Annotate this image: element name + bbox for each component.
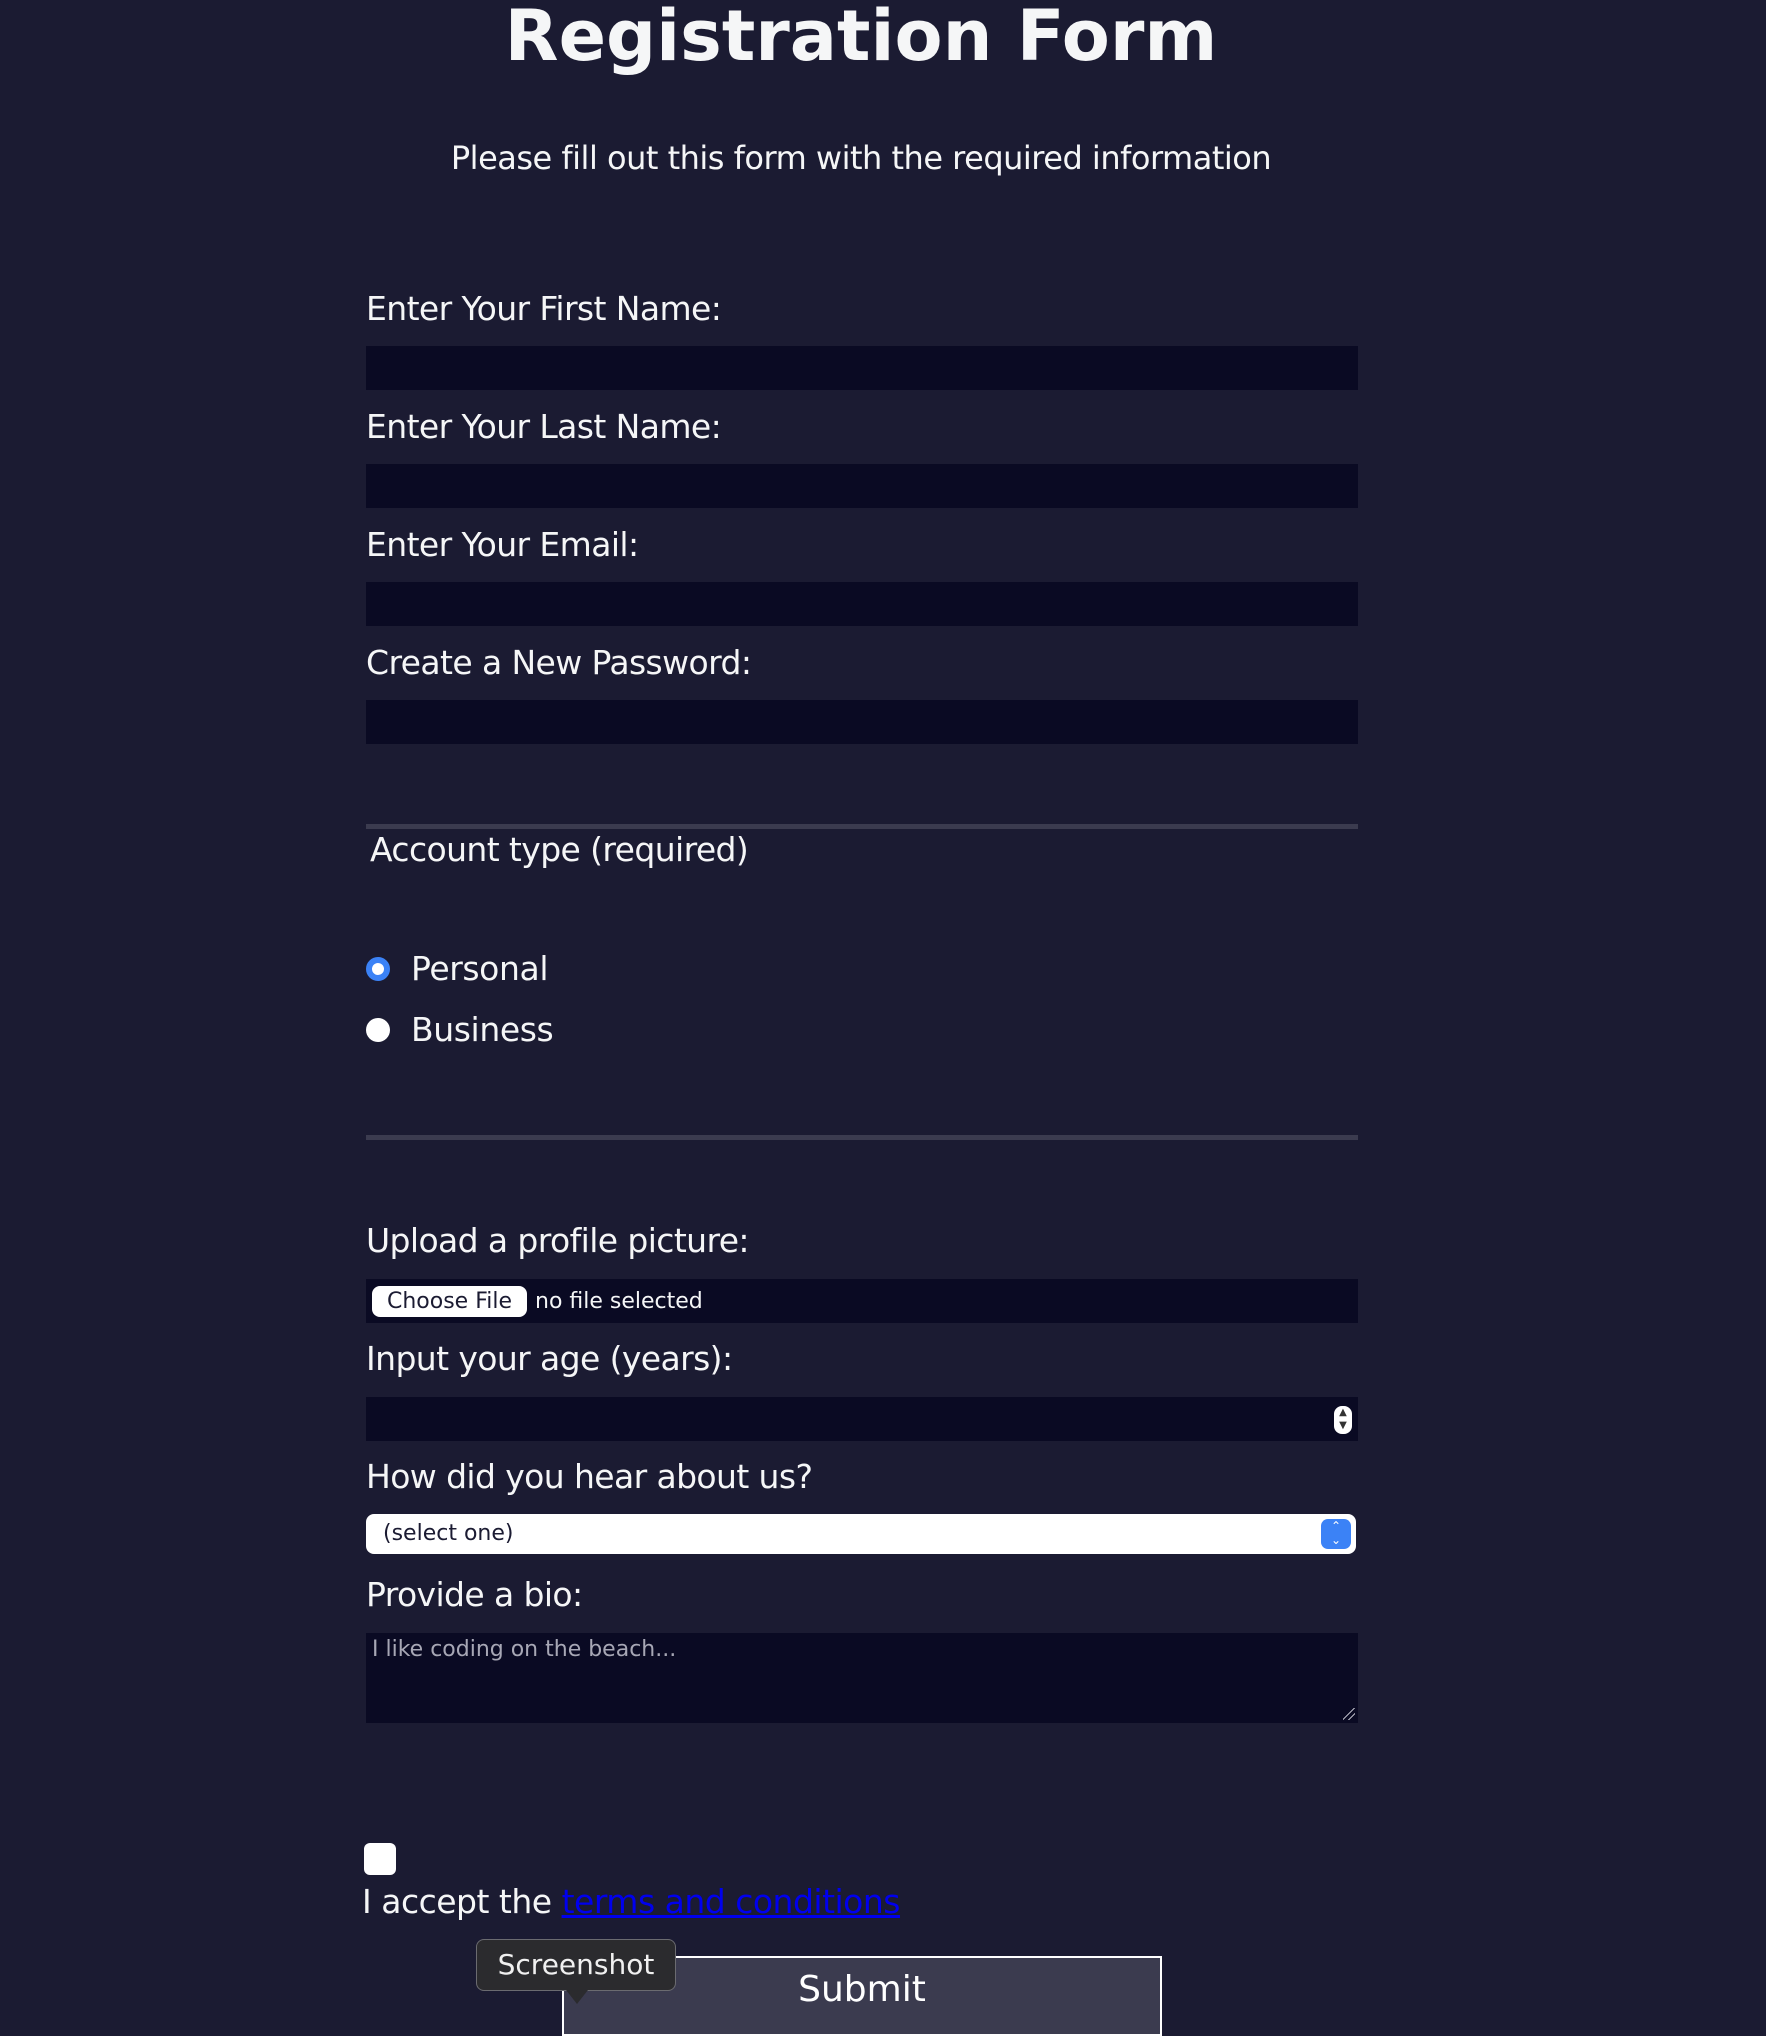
terms-checkbox[interactable] — [364, 1843, 396, 1875]
personal-radio-label[interactable]: Personal — [411, 947, 548, 991]
radio-option-business[interactable]: Business — [366, 1008, 554, 1052]
choose-file-button[interactable]: Choose File — [372, 1285, 527, 1317]
screenshot-tooltip: Screenshot — [476, 1939, 676, 1991]
terms-link[interactable]: terms and conditions — [562, 1882, 901, 1921]
first-name-label: Enter Your First Name: — [366, 289, 722, 328]
fieldset-bottom-divider — [366, 1135, 1358, 1140]
business-radio-label[interactable]: Business — [411, 1008, 554, 1052]
referrer-selected-value: (select one) — [383, 1521, 514, 1546]
bio-placeholder: I like coding on the beach... — [372, 1637, 677, 1662]
age-label: Input your age (years): — [366, 1339, 733, 1378]
page-title: Registration Form — [504, 0, 1218, 77]
age-input[interactable]: ▲ ▼ — [366, 1397, 1358, 1441]
file-status-text: no file selected — [535, 1288, 703, 1314]
referrer-select[interactable]: (select one) ⌃ ⌄ — [366, 1514, 1356, 1554]
radio-option-personal[interactable]: Personal — [366, 947, 548, 991]
chevron-up-down-icon: ⌃ ⌄ — [1321, 1519, 1351, 1549]
first-name-input[interactable] — [366, 346, 1358, 390]
terms-prefix: I accept the — [362, 1882, 552, 1921]
bio-label: Provide a bio: — [366, 1575, 583, 1614]
last-name-input[interactable] — [366, 464, 1358, 508]
business-radio[interactable] — [366, 1018, 390, 1042]
email-input[interactable] — [366, 582, 1358, 626]
email-label: Enter Your Email: — [366, 525, 639, 564]
up-down-stepper-icon[interactable]: ▲ ▼ — [1334, 1406, 1352, 1434]
page-subtitle: Please fill out this form with the requi… — [450, 139, 1272, 177]
password-input[interactable] — [366, 700, 1358, 744]
referrer-label: How did you hear about us? — [366, 1457, 813, 1496]
bio-textarea[interactable]: I like coding on the beach... — [366, 1633, 1358, 1723]
profile-picture-label: Upload a profile picture: — [366, 1221, 750, 1260]
account-type-legend: Account type (required) — [370, 830, 749, 869]
resize-grip-icon[interactable] — [1343, 1708, 1355, 1720]
last-name-label: Enter Your Last Name: — [366, 407, 722, 446]
personal-radio[interactable] — [366, 957, 390, 981]
terms-text: I accept the terms and conditions — [362, 1880, 900, 1924]
profile-picture-input[interactable]: Choose File no file selected — [366, 1279, 1358, 1323]
tooltip-tail — [566, 1990, 588, 2004]
password-label: Create a New Password: — [366, 643, 752, 682]
